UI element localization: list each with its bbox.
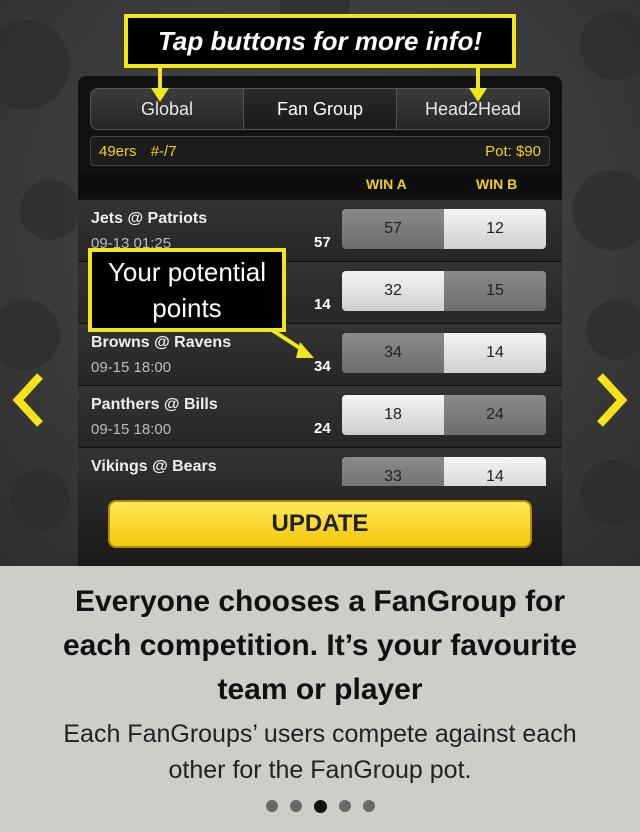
desc-line: Each FanGroups’ users compete against ea… — [63, 720, 577, 748]
arrow-head — [469, 88, 487, 102]
page-dot-active[interactable] — [313, 800, 327, 813]
callout-line: Your potential — [107, 257, 267, 287]
page-dot[interactable] — [265, 800, 278, 812]
info-description: Each FanGroups’ users compete against ea… — [10, 716, 630, 788]
heading-line: each competition. It’s your favourite — [63, 629, 577, 662]
callout-tap-buttons: Tap buttons for more info! — [124, 14, 516, 68]
page-dot[interactable] — [362, 800, 375, 812]
chevron-left-icon[interactable] — [10, 370, 50, 430]
desc-line: other for the FanGroup pot. — [168, 756, 472, 784]
heading-line: Everyone chooses a FanGroup for — [74, 585, 566, 618]
heading-line: team or player — [217, 673, 423, 706]
page-dot[interactable] — [338, 800, 351, 812]
chevron-right-icon[interactable] — [590, 370, 630, 430]
info-heading: Everyone chooses a FanGroup for each com… — [10, 580, 630, 712]
arrow-head — [296, 342, 314, 358]
info-panel: Everyone chooses a FanGroup for each com… — [0, 566, 640, 832]
callout-potential-points: Your potential points — [88, 248, 286, 332]
callout-line: points — [152, 293, 222, 323]
arrow-head — [151, 88, 169, 102]
page-indicator — [0, 800, 640, 813]
page-dot[interactable] — [289, 800, 302, 812]
